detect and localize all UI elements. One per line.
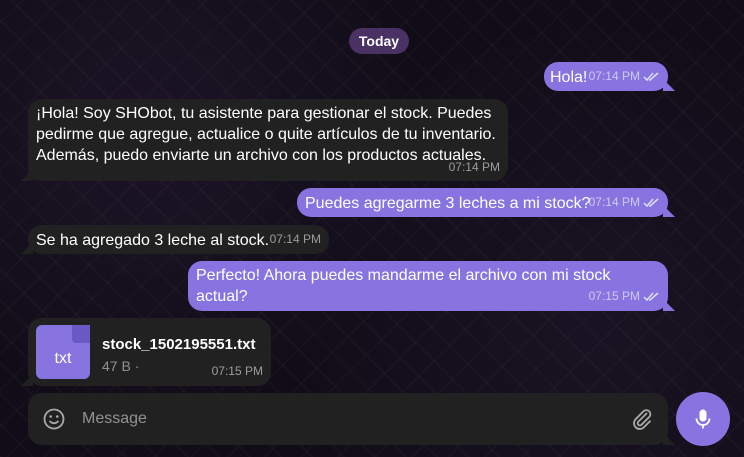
outgoing-message[interactable]: Perfecto! Ahora puedes mandarme el archi…: [188, 261, 668, 311]
message-time: 07:14 PM: [448, 160, 500, 174]
message-text: ¡Hola! Soy SHObot, tu asistente para ges…: [36, 105, 496, 164]
double-check-icon: [643, 71, 659, 81]
message-time: 07:14 PM: [269, 232, 321, 246]
message-text: Perfecto! Ahora puedes mandarme el archi…: [196, 267, 611, 305]
message-time: 07:14 PM: [588, 69, 640, 83]
double-check-icon: [643, 291, 659, 301]
smile-icon[interactable]: [42, 407, 66, 431]
message-time: 07:15 PM: [588, 289, 640, 303]
date-separator: Today: [349, 28, 409, 54]
message-meta: 07:14 PM: [589, 66, 660, 87]
message-meta: 07:15 PM: [589, 286, 660, 307]
message-input[interactable]: [82, 403, 612, 435]
message-meta: 07:14 PM: [589, 192, 660, 213]
microphone-icon: [695, 409, 711, 429]
document-fold: [72, 325, 90, 343]
message-text: Se ha agregado 3 leche al stock.: [36, 232, 270, 249]
message-composer: [28, 393, 668, 445]
file-message[interactable]: txt stock_1502195551.txt 47 B · 07:15 PM: [28, 318, 271, 386]
message-text: Hola!: [550, 69, 588, 86]
outgoing-message[interactable]: Puedes agregarme 3 leches a mi stock? 07…: [297, 188, 668, 217]
message-time: 07:14 PM: [588, 195, 640, 209]
file-extension: txt: [54, 350, 72, 367]
message-meta: 07:14 PM: [270, 229, 321, 250]
incoming-message[interactable]: ¡Hola! Soy SHObot, tu asistente para ges…: [28, 99, 508, 181]
outgoing-message[interactable]: Hola! 07:14 PM: [544, 62, 668, 91]
message-meta: 07:15 PM: [212, 361, 263, 382]
message-text: Puedes agregarme 3 leches a mi stock?: [305, 195, 591, 212]
paperclip-icon[interactable]: [630, 407, 654, 431]
incoming-message[interactable]: Se ha agregado 3 leche al stock. 07:14 P…: [28, 225, 329, 254]
file-size: 47 B ·: [102, 358, 140, 374]
file-name[interactable]: stock_1502195551.txt: [102, 334, 255, 355]
message-meta: 07:14 PM: [449, 157, 500, 178]
double-check-icon: [643, 197, 659, 207]
microphone-button[interactable]: [676, 392, 730, 446]
message-time: 07:15 PM: [211, 364, 263, 378]
